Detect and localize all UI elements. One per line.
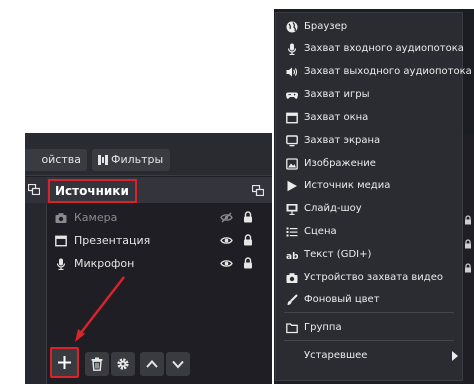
menu-separator	[284, 312, 454, 313]
lock-icon[interactable]	[243, 234, 253, 246]
speaker-icon	[286, 67, 298, 77]
add-source-button[interactable]	[50, 347, 79, 378]
list-icon	[286, 227, 298, 237]
svg-text:ab: ab	[286, 252, 298, 261]
globe-icon	[286, 21, 298, 33]
background-lock-icon	[464, 258, 472, 273]
menu-item-audio-input-capture[interactable]: Захват входного аудиопотока	[276, 38, 464, 60]
menu-item-label: Фоновый цвет	[304, 294, 380, 305]
menu-item-label: Источник медиа	[304, 180, 391, 191]
eye-icon[interactable]	[220, 235, 233, 246]
menu-separator	[284, 340, 454, 341]
lock-icon[interactable]	[243, 257, 253, 269]
background-lock-icon	[464, 234, 472, 249]
menu-item-deprecated[interactable]: Устаревшее	[276, 345, 462, 367]
sources-title: Источники	[48, 179, 137, 203]
scenes-column-header	[25, 177, 47, 203]
window-icon	[55, 235, 67, 247]
gamepad-icon	[286, 92, 298, 99]
chevron-right-icon	[452, 351, 458, 361]
microphone-icon	[287, 43, 297, 55]
slideshow-icon	[286, 204, 298, 215]
menu-item-browser[interactable]: Браузер	[276, 16, 462, 38]
menu-item-label: Изображение	[304, 158, 376, 169]
eye-icon[interactable]	[220, 258, 233, 269]
add-source-menu-window: Браузер Захват входного аудиопотока Захв…	[274, 9, 474, 384]
menu-item-label: Устаревшее	[304, 350, 368, 361]
play-icon	[287, 180, 297, 192]
menu-item-label: Захват окна	[304, 112, 369, 123]
filter-icon	[98, 155, 108, 165]
move-down-button[interactable]	[166, 352, 190, 376]
sources-header: Источники	[47, 177, 272, 203]
folder-icon	[286, 323, 298, 334]
window-icon	[286, 112, 298, 124]
add-source-menu: Браузер Захват входного аудиопотока Захв…	[275, 12, 472, 381]
menu-item-color-source[interactable]: Фоновый цвет	[276, 289, 462, 311]
move-up-button[interactable]	[140, 352, 164, 376]
source-item-camera[interactable]: Камера	[47, 207, 272, 229]
brush-icon	[287, 294, 298, 305]
menu-item-label: Слайд-шоу	[304, 203, 362, 214]
source-item-microphone[interactable]: Микрофон	[47, 253, 272, 275]
menu-item-label: Захват экрана	[304, 135, 381, 146]
chevron-down-icon	[172, 360, 184, 369]
sources-dock: ойства Фильтры Источники Камера Презента…	[25, 133, 272, 384]
menu-item-text-gdi[interactable]: ab Текст (GDI+)	[276, 244, 462, 266]
gear-icon	[117, 358, 129, 370]
source-item-presentation[interactable]: Презентация	[47, 230, 272, 252]
menu-item-window-capture[interactable]: Захват окна	[276, 107, 462, 129]
scenes-column	[25, 177, 47, 384]
menu-item-label: Браузер	[304, 21, 348, 32]
background-lock-icon	[464, 210, 472, 225]
tab-filters[interactable]: Фильтры	[92, 149, 170, 171]
source-item-label: Микрофон	[74, 257, 135, 270]
chevron-up-icon	[146, 360, 158, 368]
float-dock-icon[interactable]	[252, 185, 264, 196]
menu-item-display-capture[interactable]: Захват экрана	[276, 130, 462, 152]
menu-item-label: Сцена	[304, 226, 337, 237]
menu-item-image[interactable]: Изображение	[276, 153, 462, 175]
lock-icon[interactable]	[243, 211, 253, 223]
image-icon	[286, 158, 298, 170]
menu-item-slideshow[interactable]: Слайд-шоу	[276, 198, 462, 220]
tab-filters-label: Фильтры	[111, 153, 164, 166]
menu-item-label: Захват входного аудиопотока	[304, 43, 464, 54]
eye-off-icon[interactable]	[220, 212, 233, 223]
menu-item-audio-output-capture[interactable]: Захват выходного аудиопотока	[276, 61, 472, 83]
menu-item-game-capture[interactable]: Захват игры	[276, 84, 462, 106]
camera-icon	[55, 213, 67, 223]
menu-item-label: Устройство захвата видео	[304, 272, 443, 283]
text-icon: ab	[286, 252, 298, 261]
menu-item-label: Захват выходного аудиопотока	[304, 66, 472, 77]
dock-top-strip	[25, 133, 272, 143]
microphone-icon	[56, 258, 66, 270]
sources-toolbar	[47, 346, 272, 384]
camera-icon	[286, 273, 298, 283]
tab-properties[interactable]: ойства	[25, 149, 87, 171]
source-item-label: Презентация	[74, 234, 151, 247]
menu-item-label: Группа	[304, 322, 342, 333]
menu-item-label: Текст (GDI+)	[304, 249, 372, 260]
float-dock-icon[interactable]	[28, 184, 40, 195]
source-properties-button[interactable]	[111, 352, 135, 376]
monitor-icon	[286, 135, 298, 147]
source-item-label: Камера	[74, 211, 118, 224]
menu-item-scene[interactable]: Сцена	[276, 221, 462, 243]
trash-icon	[91, 357, 103, 371]
plus-icon	[58, 356, 71, 369]
remove-source-button[interactable]	[85, 352, 109, 376]
menu-item-label: Захват игры	[304, 89, 370, 100]
menu-item-video-capture-device[interactable]: Устройство захвата видео	[276, 267, 462, 289]
dock-tabbar: ойства Фильтры	[25, 143, 272, 176]
menu-item-group[interactable]: Группа	[276, 317, 462, 339]
menu-item-media-source[interactable]: Источник медиа	[276, 175, 462, 197]
